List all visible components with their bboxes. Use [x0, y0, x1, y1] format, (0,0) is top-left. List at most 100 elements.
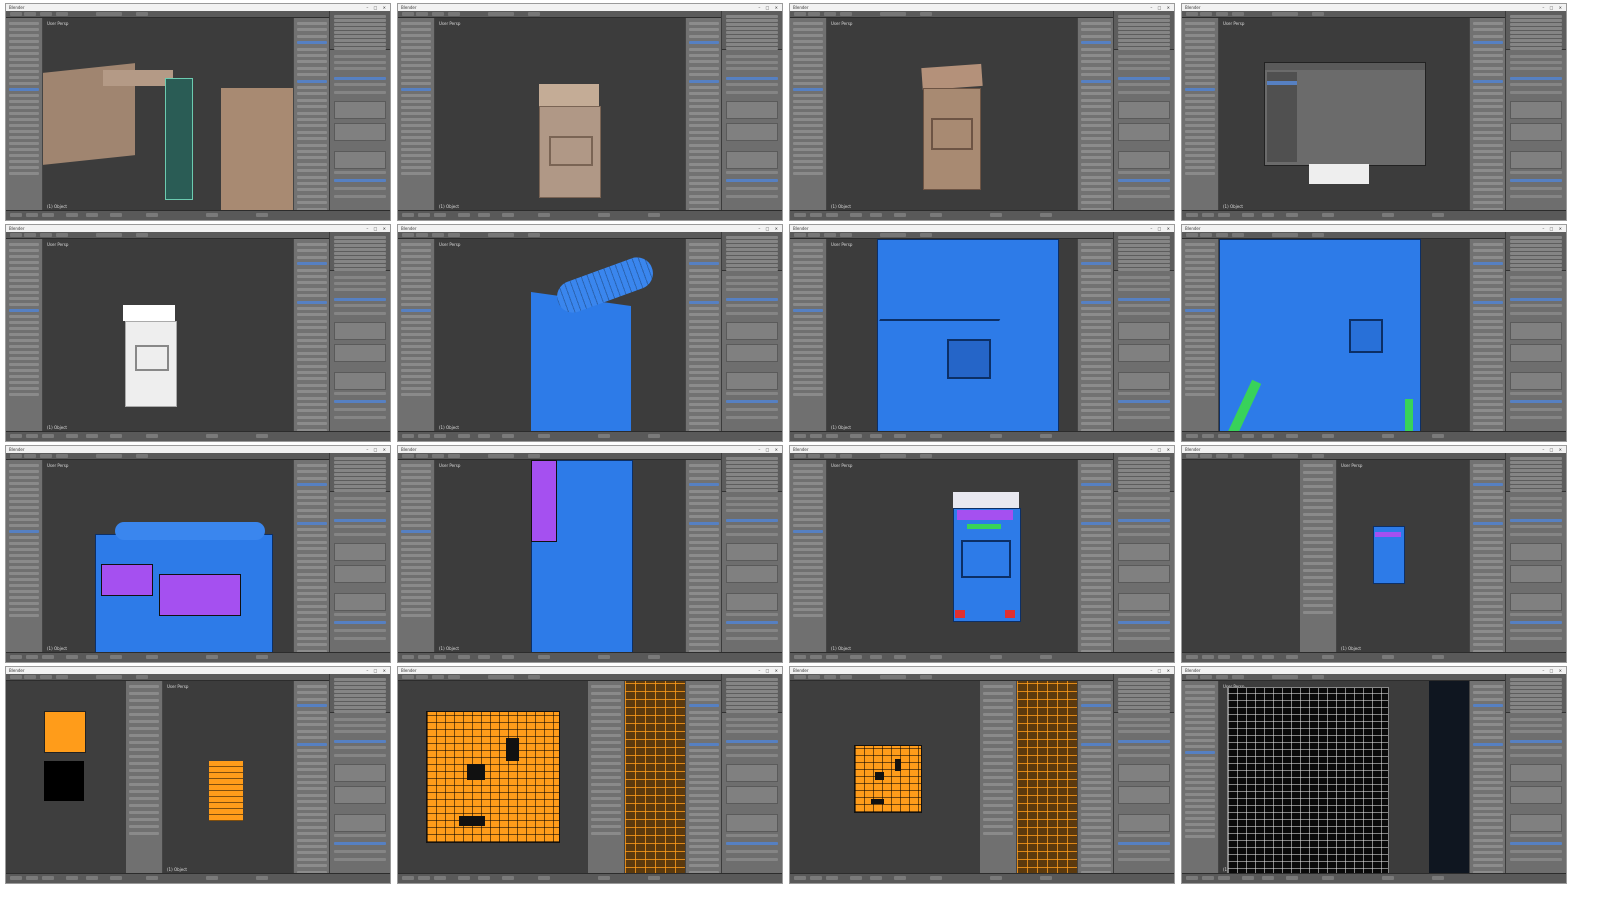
n-panel-field[interactable] — [1081, 704, 1111, 708]
property-field[interactable] — [1510, 416, 1562, 419]
outliner-item[interactable] — [1510, 461, 1562, 464]
n-panel-field[interactable] — [689, 547, 719, 551]
tool-shelf-button[interactable] — [1185, 721, 1215, 724]
n-panel-field[interactable] — [1473, 476, 1503, 480]
tool-shelf-button[interactable] — [1185, 291, 1215, 294]
n-panel-field[interactable] — [297, 470, 327, 474]
outliner-item[interactable] — [726, 457, 778, 460]
n-panel-field[interactable] — [1473, 515, 1503, 519]
n-panel-field[interactable] — [1473, 275, 1503, 278]
property-field[interactable] — [1510, 629, 1562, 632]
property-field[interactable] — [1118, 850, 1170, 853]
n-panel-field[interactable] — [1473, 592, 1503, 595]
property-field[interactable] — [1510, 718, 1562, 721]
menu-item[interactable] — [56, 454, 68, 458]
property-field[interactable] — [1118, 730, 1170, 733]
n-panel-field[interactable] — [1473, 636, 1503, 640]
outliner-item[interactable] — [1118, 682, 1170, 685]
menu-item[interactable] — [136, 233, 148, 237]
n-panel-field[interactable] — [1081, 749, 1111, 752]
property-field[interactable] — [334, 740, 386, 743]
tool-shelf-button[interactable] — [591, 685, 621, 688]
tool-shelf-button[interactable] — [401, 124, 431, 127]
menu-item[interactable] — [1200, 675, 1212, 679]
outliner[interactable] — [1506, 232, 1566, 271]
tool-shelf-button[interactable] — [1185, 309, 1215, 312]
outliner-item[interactable] — [1510, 260, 1562, 263]
menu-item[interactable] — [24, 454, 36, 458]
n-panel-field[interactable] — [1081, 351, 1111, 355]
n-panel-field[interactable] — [297, 636, 327, 640]
outliner-item[interactable] — [1510, 710, 1562, 713]
tool-shelf-button[interactable] — [9, 590, 39, 593]
tool-shelf-button[interactable] — [591, 797, 621, 800]
tool-shelf-button[interactable] — [401, 34, 431, 37]
timeline-button[interactable] — [418, 434, 430, 438]
property-field[interactable] — [726, 187, 778, 190]
outliner[interactable] — [1114, 674, 1174, 713]
n-panel-field[interactable] — [297, 73, 327, 77]
outliner-item[interactable] — [1510, 489, 1562, 492]
n-panel-field[interactable] — [1473, 800, 1503, 804]
menu-item[interactable] — [488, 233, 514, 237]
n-panel-field[interactable] — [1081, 319, 1111, 323]
timeline-button[interactable] — [434, 876, 446, 880]
3d-viewport[interactable]: User Persp(1) Object — [435, 239, 686, 432]
tool-shelf-button[interactable] — [1185, 727, 1215, 730]
timeline-button[interactable] — [538, 876, 550, 880]
n-panel-field[interactable] — [1473, 403, 1503, 406]
n-panel-field[interactable] — [689, 572, 719, 576]
n-panel-field[interactable] — [1081, 86, 1111, 89]
outliner-item[interactable] — [1118, 485, 1170, 488]
tool-shelf-button[interactable] — [9, 28, 39, 31]
tool-shelf-button[interactable] — [1185, 751, 1215, 754]
outliner-item[interactable] — [1118, 465, 1170, 468]
property-field[interactable] — [726, 724, 778, 727]
timeline-button[interactable] — [810, 876, 822, 880]
n-panel-field[interactable] — [297, 262, 327, 266]
outliner-item[interactable] — [1510, 682, 1562, 685]
n-panel-field[interactable] — [1081, 268, 1111, 272]
property-field[interactable] — [726, 171, 778, 174]
n-panel-field[interactable] — [297, 66, 327, 70]
tool-shelf-button[interactable] — [401, 375, 431, 378]
n-panel-field[interactable] — [297, 422, 327, 426]
tool-shelf-button[interactable] — [401, 243, 431, 246]
tool-shelf-button[interactable] — [9, 106, 39, 109]
tool-shelf-button[interactable] — [129, 811, 159, 814]
n-panel-field[interactable] — [689, 415, 719, 419]
timeline-button[interactable] — [66, 655, 78, 659]
n-panel-field[interactable] — [689, 41, 719, 45]
n-panel-field[interactable] — [1081, 851, 1111, 855]
tool-shelf-button[interactable] — [1185, 267, 1215, 270]
timeline-button[interactable] — [10, 876, 22, 880]
n-panel-field[interactable] — [689, 111, 719, 115]
property-field[interactable] — [1118, 519, 1170, 522]
n-panel-field[interactable] — [297, 255, 327, 259]
outliner[interactable] — [722, 11, 782, 50]
tool-shelf-button[interactable] — [983, 706, 1013, 709]
property-field[interactable] — [726, 637, 778, 640]
n-panel-field[interactable] — [1081, 768, 1111, 772]
n-panel-field[interactable] — [297, 643, 327, 647]
n-panel-field[interactable] — [297, 787, 327, 791]
property-field[interactable] — [334, 171, 386, 174]
n-panel-field[interactable] — [297, 143, 327, 147]
n-panel-field[interactable] — [1473, 768, 1503, 772]
menu-item[interactable] — [794, 233, 806, 237]
timeline-button[interactable] — [826, 213, 838, 217]
menu-item[interactable] — [40, 454, 52, 458]
tool-shelf-button[interactable] — [793, 554, 823, 557]
timeline-button[interactable] — [1286, 655, 1298, 659]
menu-item[interactable] — [794, 454, 806, 458]
n-panel-field[interactable] — [1081, 66, 1111, 70]
tool-shelf-button[interactable] — [1185, 369, 1215, 372]
tool-shelf-button[interactable] — [793, 255, 823, 258]
n-panel-field[interactable] — [1473, 182, 1503, 185]
property-field[interactable] — [726, 525, 778, 528]
timeline-button[interactable] — [850, 655, 862, 659]
n-panel-field[interactable] — [297, 819, 327, 823]
tool-shelf-button[interactable] — [401, 267, 431, 270]
property-field[interactable] — [1118, 746, 1170, 749]
menu-item[interactable] — [448, 675, 460, 679]
